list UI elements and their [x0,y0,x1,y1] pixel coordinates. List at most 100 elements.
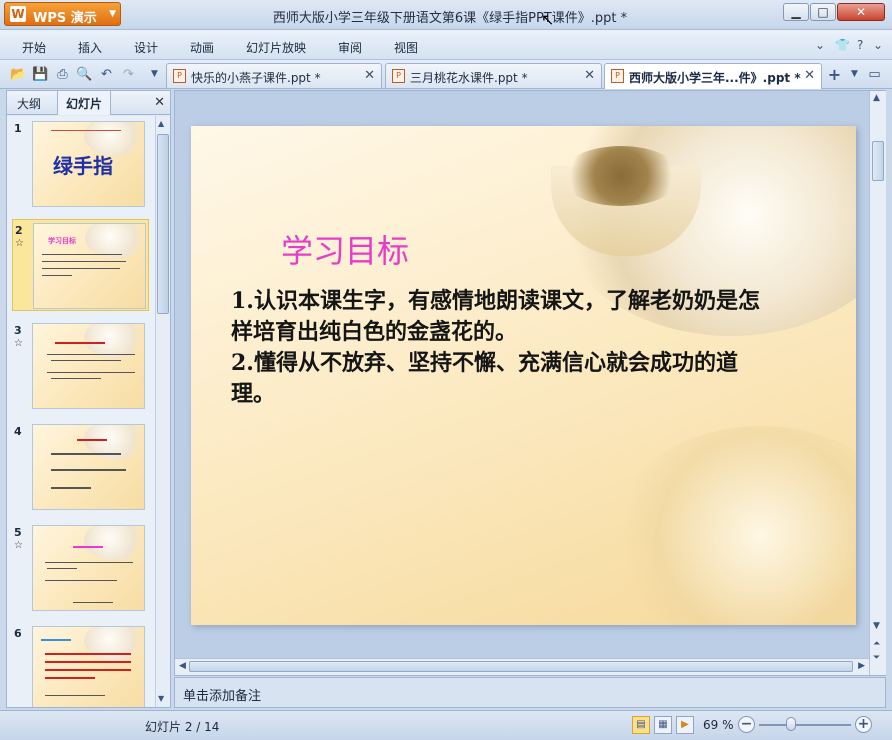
scroll-up-icon[interactable]: ▲ [158,119,164,128]
status-bar: 幻灯片 2 / 14 ▤ ▦ ▶ 69 % − + [0,710,892,740]
slide-thumb-4[interactable]: 4 [12,421,149,513]
prev-slide-icon[interactable]: ⏶ [873,639,880,649]
teacup-decoration [611,426,856,625]
doc-tab-3[interactable]: P 西师大版小学三年...件》.ppt * ✕ [604,63,822,89]
zoom-out-button[interactable]: − [738,716,755,733]
slide-thumbnails: 1 绿手指 2 ☆ 学习目标 3 ☆ 4 5 ☆ 6 [7,116,155,707]
slide-number: 3 [14,324,22,337]
close-tab-icon[interactable]: ✕ [584,68,595,83]
doc-tab-label: 快乐的小燕子课件.ppt * [191,71,321,85]
maximize-button[interactable]: □ [810,3,836,21]
menu-view[interactable]: 视图 [394,39,418,56]
zoom-slider-thumb[interactable] [786,717,797,731]
slide-thumb-preview [32,424,145,510]
slide-title[interactable]: 学习目标 [281,226,409,272]
more-icon[interactable]: ⌄ [873,38,883,52]
doc-tab-1[interactable]: P 快乐的小燕子课件.ppt * ✕ [166,63,382,88]
tab-slides[interactable]: 幻灯片 [57,91,112,115]
doc-tab-2[interactable]: P 三月桃花水课件.ppt * ✕ [385,63,602,88]
next-slide-icon[interactable]: ⏷ [873,653,880,663]
slide-thumb-preview: 学习目标 [33,223,146,309]
undo-icon[interactable]: ↶ [98,66,115,83]
slide-thumb-preview: 绿手指 [32,121,145,207]
collapse-ribbon-icon[interactable]: ⌄ [815,38,825,52]
zoom-slider[interactable] [759,724,851,726]
slide-sorter-icon[interactable]: ▦ [654,716,672,734]
doc-tab-label: 三月桃花水课件.ppt * [410,71,528,85]
zoom-level: 69 % [703,718,734,732]
menu-design[interactable]: 设计 [134,39,158,56]
ppt-file-icon: P [173,69,186,83]
skin-icon[interactable]: 👕 [835,38,850,52]
minimize-button[interactable]: ▁ [783,3,809,21]
zoom-in-button[interactable]: + [855,716,872,733]
editor-vertical-scrollbar[interactable]: ▲ ▼ ⏶ ⏷ [869,91,886,675]
menu-slideshow[interactable]: 幻灯片放映 [246,39,306,56]
slide-editor: 学习目标 1.认识本课生字，有感情地朗读课文，了解老奶奶是怎样培育出纯白色的金盏… [174,90,886,676]
scroll-down-icon[interactable]: ▼ [158,694,164,703]
scroll-thumb[interactable] [189,661,853,672]
menu-bar: 开始 插入 设计 动画 幻灯片放映 审阅 视图 ⌄ 👕 ? ⌄ [0,30,892,60]
menu-start[interactable]: 开始 [22,39,46,56]
slide-number: 5 [14,526,22,539]
notes-pane[interactable]: 单击添加备注 [174,677,886,708]
chevron-down-icon: ▼ [109,9,116,19]
save-icon[interactable]: 💾 [32,66,49,83]
help-icon[interactable]: ? [857,38,863,52]
title-bar: W WPS 演示 ▼ 西师大版小学三年级下册语文第6课《绿手指PPT课件》.pp… [0,0,892,30]
close-tab-icon[interactable]: ✕ [804,68,815,83]
window-title: 西师大版小学三年级下册语文第6课《绿手指PPT课件》.ppt * [272,11,628,26]
slide-thumb-3[interactable]: 3 ☆ [12,320,149,412]
ppt-file-icon: P [611,69,624,83]
new-tab-icon[interactable]: + [826,66,843,83]
current-slide[interactable]: 学习目标 1.认识本课生字，有感情地朗读课文，了解老奶奶是怎样培育出纯白色的金盏… [191,126,856,625]
scroll-thumb[interactable] [157,134,169,314]
animation-star-icon: ☆ [14,540,23,551]
thumbnails-scrollbar[interactable]: ▲ ▼ [155,116,170,707]
close-panel-icon[interactable]: ✕ [154,95,165,110]
doc-tab-label: 西师大版小学三年...件》.ppt * [629,71,801,85]
menu-animation[interactable]: 动画 [190,39,214,56]
menu-insert[interactable]: 插入 [78,39,102,56]
mouse-cursor-icon: ↖ [541,10,555,29]
slide-thumb-preview [32,626,145,707]
redo-icon[interactable]: ↷ [120,66,137,83]
tab-outline[interactable]: 大纲 [17,95,41,112]
scroll-thumb[interactable] [872,141,884,181]
slide-thumb-5[interactable]: 5 ☆ [12,522,149,614]
slide-body-line: 2.懂得从不放弃、坚持不懈、充满信心就会成功的道理。 [231,350,738,407]
slide-thumb-1[interactable]: 1 绿手指 [12,118,149,210]
dropdown-icon[interactable]: ▼ [146,66,163,83]
scroll-down-icon[interactable]: ▼ [873,621,880,631]
slide-thumb-2[interactable]: 2 ☆ 学习目标 [12,219,149,311]
slide-number: 2 [15,224,23,237]
scroll-left-icon[interactable]: ◀ [179,661,186,671]
scroll-up-icon[interactable]: ▲ [873,93,880,103]
slide-indicator: 幻灯片 2 / 14 [145,720,220,734]
print-icon[interactable]: ⎙ [54,66,71,83]
wps-app-menu-button[interactable]: W WPS 演示 ▼ [4,2,121,26]
slide-number: 4 [14,425,22,438]
slide-body-line: 1.认识本课生字，有感情地朗读课文，了解老奶奶是怎样培育出纯白色的金盏花的。 [231,288,760,345]
thumb-title: 学习目标 [48,237,76,245]
quick-access-toolbar: 📂 💾 ⎙ 🔍 ↶ ↷ ▼ P 快乐的小燕子课件.ppt * ✕ P 三月桃花水… [0,60,892,89]
slide-thumb-preview [32,525,145,611]
editor-horizontal-scrollbar[interactable]: ◀ ▶ [175,658,869,675]
close-window-button[interactable]: ✕ [837,3,885,21]
open-icon[interactable]: 📂 [10,66,27,83]
slide-body-text[interactable]: 1.认识本课生字，有感情地朗读课文，了解老奶奶是怎样培育出纯白色的金盏花的。 2… [231,286,771,410]
print-preview-icon[interactable]: 🔍 [76,66,93,83]
slide-number: 1 [14,122,22,135]
menu-review[interactable]: 审阅 [338,39,362,56]
tab-list-icon[interactable]: ▼ [846,66,863,83]
close-tab-icon[interactable]: ✕ [364,68,375,83]
normal-view-icon[interactable]: ▤ [632,716,650,734]
slide-thumb-6[interactable]: 6 [12,623,149,707]
scroll-right-icon[interactable]: ▶ [858,661,865,671]
window-layout-icon[interactable]: ▭ [866,66,883,83]
slide-number: 6 [14,627,22,640]
slideshow-view-icon[interactable]: ▶ [676,716,694,734]
wps-logo-icon: W [10,6,26,22]
panel-tabs: 大纲 幻灯片 ✕ [7,91,170,115]
animation-star-icon: ☆ [15,238,24,249]
